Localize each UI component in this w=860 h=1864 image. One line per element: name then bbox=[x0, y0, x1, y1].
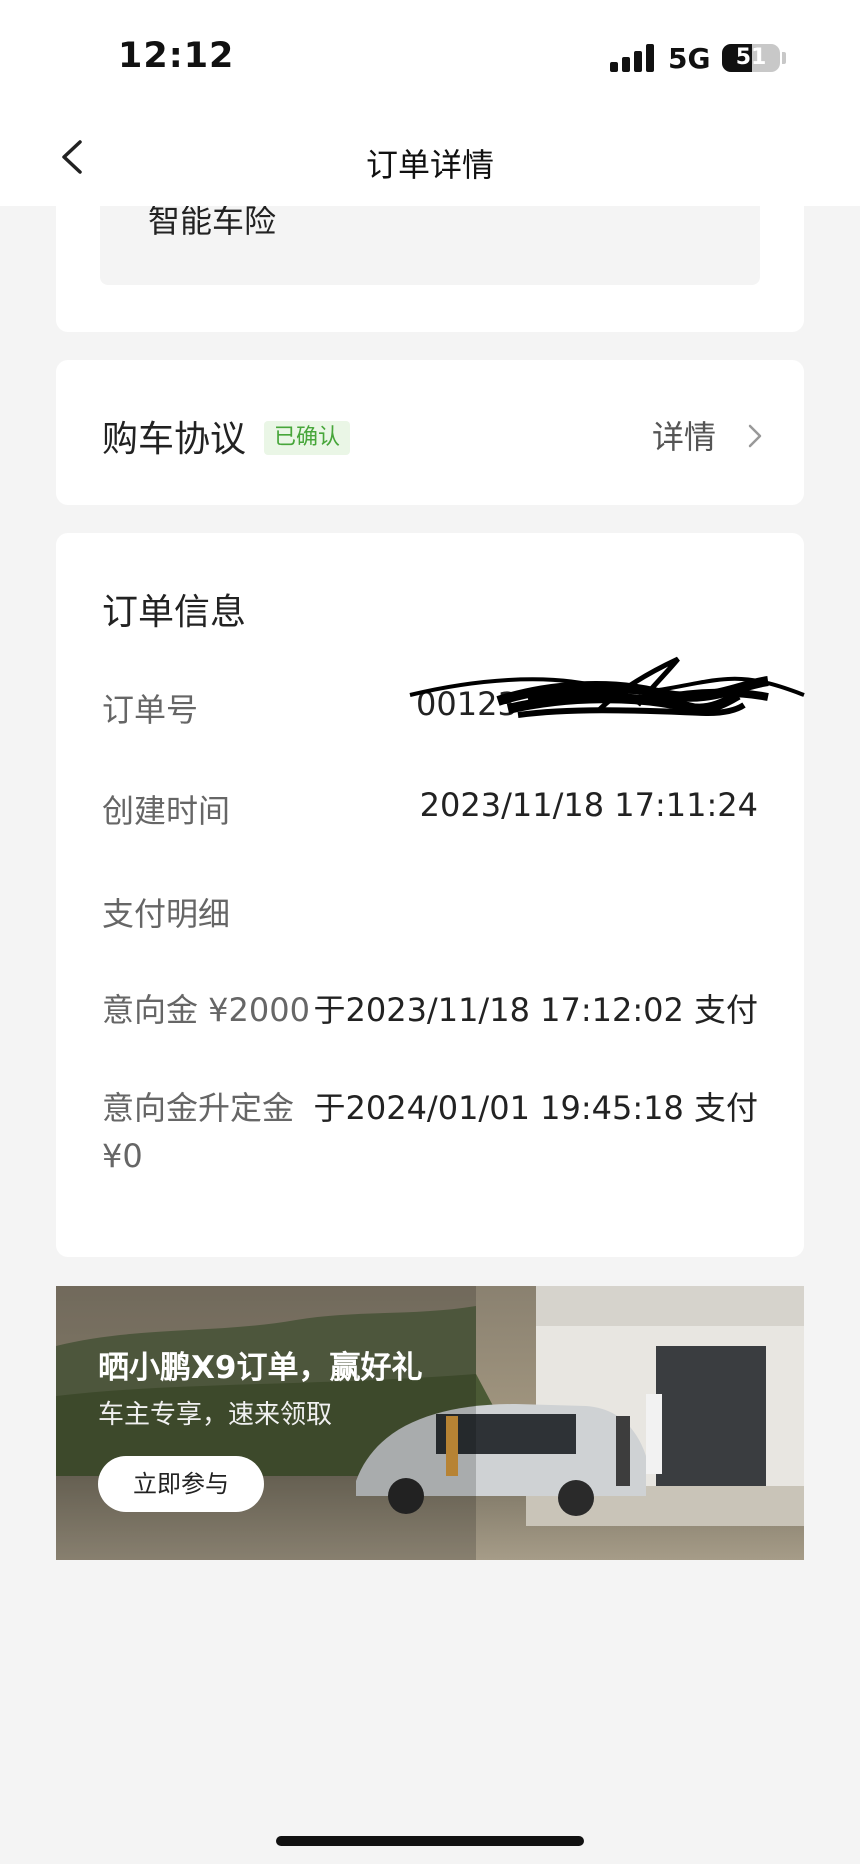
purchase-agreement-card[interactable]: 购车协议 已确认 详情 bbox=[56, 360, 804, 505]
deposit-label: 意向金 ¥2000 bbox=[102, 991, 310, 1029]
page-title: 订单详情 bbox=[365, 146, 494, 184]
battery-cap bbox=[782, 52, 786, 64]
created-time-value: 2023/11/18 17:11:24 bbox=[419, 786, 758, 824]
deposit-upgrade-label: 意向金升定金 bbox=[102, 1089, 295, 1127]
banner-subtitle: 车主专享，速来领取 bbox=[98, 1400, 333, 1430]
order-number-label: 订单号 bbox=[102, 691, 199, 729]
battery-percent: 51 bbox=[735, 45, 767, 70]
order-info-card: 订单信息 订单号 00123 创建时间 2023/11/18 17:11:24 … bbox=[56, 533, 805, 1257]
chevron-right-icon bbox=[748, 424, 762, 448]
status-time: 12:12 bbox=[118, 36, 235, 76]
status-bar: 12:12 5G 51 bbox=[0, 0, 860, 110]
home-indicator[interactable] bbox=[276, 1836, 584, 1846]
promo-banner[interactable]: 晒小鹏X9订单，赢好礼 车主专享，速来领取 立即参与 bbox=[56, 1286, 804, 1560]
agreement-detail-link[interactable]: 详情 bbox=[652, 412, 716, 458]
join-now-button[interactable]: 立即参与 bbox=[98, 1456, 264, 1512]
created-time-label: 创建时间 bbox=[102, 792, 231, 830]
deposit-upgrade-amount: ¥0 bbox=[102, 1137, 143, 1175]
status-badge: 已确认 bbox=[264, 421, 351, 455]
network-type: 5G bbox=[668, 42, 711, 75]
deposit-paid-value: 于2023/11/18 17:12:02 支付 bbox=[313, 991, 758, 1029]
payment-detail-label: 支付明细 bbox=[102, 895, 231, 933]
redaction-scribble bbox=[409, 656, 805, 718]
battery-icon: 51 bbox=[722, 44, 780, 72]
navigation-bar: 订单详情 bbox=[0, 110, 860, 206]
banner-title: 晒小鹏X9订单，赢好礼 bbox=[98, 1350, 423, 1386]
agreement-title: 购车协议 bbox=[102, 419, 247, 460]
page: 智能车险 购车协议 已确认 详情 订单信息 订单号 00123 创建时间 202… bbox=[0, 0, 860, 1864]
cellular-signal-icon bbox=[610, 44, 656, 72]
order-info-title: 订单信息 bbox=[102, 592, 247, 633]
deposit-upgrade-paid-value: 于2024/01/01 19:45:18 支付 bbox=[313, 1089, 758, 1127]
